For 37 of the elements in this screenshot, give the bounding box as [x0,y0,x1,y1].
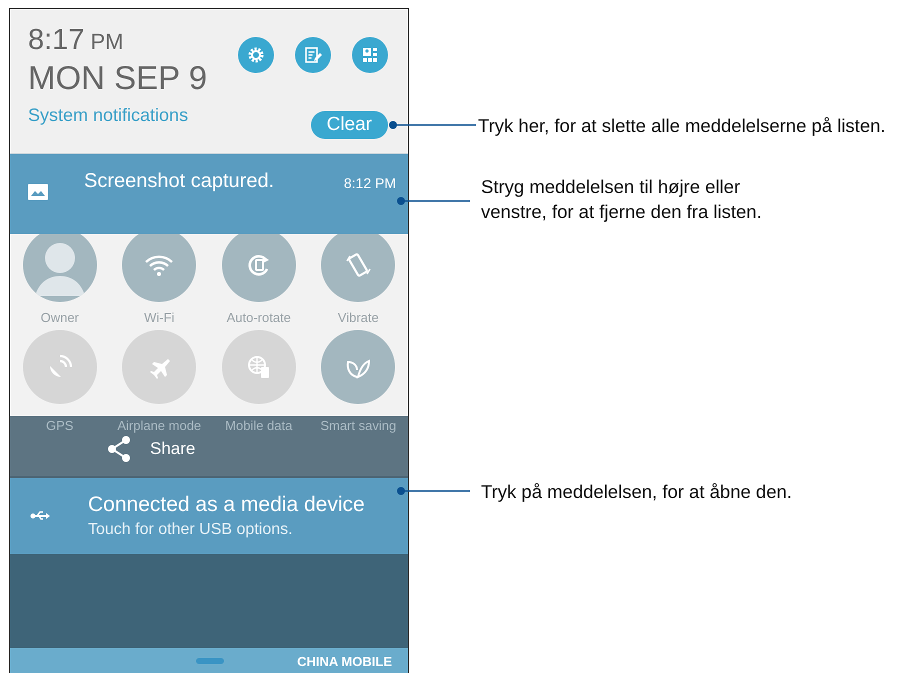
toggle-label: Smart saving [319,418,398,433]
toggle-label: Mobile data [224,418,294,433]
usb-icon [30,510,50,522]
layout-button[interactable] [352,37,388,73]
callout-text: Stryg meddelelsen til højre eller venstre, for at fjerne den fra listen. [481,175,763,224]
clock-period: PM [90,28,124,56]
globe-phone-icon [246,354,272,380]
edit-list-icon [304,46,322,64]
clock-time: 8:17 [28,23,84,57]
date-text: MON SEP 9 [28,59,208,97]
settings-icon [248,47,264,63]
notification-title: Connected as a media device [88,493,365,517]
toggle-label: Wi-Fi [144,310,174,325]
toggle-label: Vibrate [338,310,379,325]
callout-text: Tryk her, for at slette alle meddelelserne på listen. [478,114,887,138]
carrier-name: CHINA MOBILE [297,654,392,668]
wifi-icon [144,253,174,277]
toggle-label: Airplane mode [116,418,202,433]
image-icon [28,184,48,200]
notification-time: 8:12 PM [344,175,396,191]
vibrating-phone-icon [344,251,372,279]
settings-button[interactable] [238,37,274,73]
drag-handle[interactable] [196,658,224,664]
notification-card[interactable]: Screenshot captured. 8:12 PM [10,153,408,234]
share-icon[interactable] [106,435,132,463]
toggle-label: GPS [45,418,74,433]
notification-card[interactable]: Connected as a media device Touch for other USB options. [10,478,408,554]
grid-person-icon [362,47,378,63]
toggle-label: Auto-rotate [226,310,291,325]
clear-button[interactable]: Clear [310,111,388,139]
toggle-label: Owner [40,310,79,325]
notification-subtitle: Touch for other USB options. [88,521,294,539]
notification-title: Screenshot captured. [84,170,276,193]
share-label[interactable]: Share [150,439,196,459]
edit-button[interactable] [295,37,331,73]
section-label: System notifications [28,105,190,126]
callout-text: Tryk på meddelelsen, for at åbne den. [481,480,793,504]
